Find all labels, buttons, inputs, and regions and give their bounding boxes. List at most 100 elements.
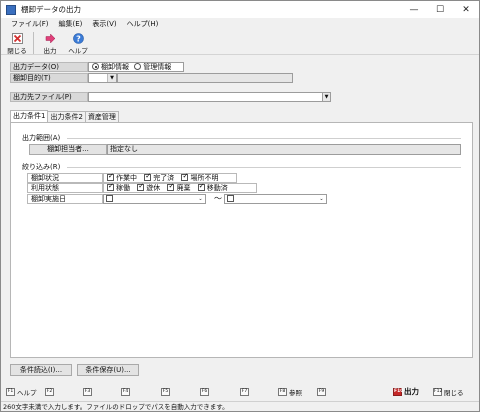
save-conditions-button[interactable]: 条件保存(U)... xyxy=(77,364,139,376)
dest-file-label: 出力先ファイル(P) xyxy=(10,92,88,102)
range-heading: 出力範囲(A) xyxy=(22,134,61,142)
close-window-button[interactable]: ✕ xyxy=(453,1,479,18)
status-bar: 260文字未満で入力します。ファイルのドロップでパスを自動入力できます。 xyxy=(1,401,479,412)
close-button[interactable]: 閉じる xyxy=(5,31,29,55)
check-moved[interactable]: 移動済 xyxy=(197,182,228,192)
check-icon xyxy=(137,182,145,191)
radio-management-label: 管理情報 xyxy=(143,63,172,71)
check-icon xyxy=(197,182,205,191)
check-icon xyxy=(144,172,152,181)
date-row-label: 棚卸実施日 xyxy=(27,194,103,204)
dest-file-dropdown[interactable]: ▼ xyxy=(322,92,331,102)
help-button[interactable]: ? ヘルプ xyxy=(66,31,90,55)
date-from-checkbox[interactable] xyxy=(106,195,113,202)
fkey-f3[interactable]: F3 xyxy=(83,387,94,396)
app-icon xyxy=(6,4,16,15)
check-in-progress[interactable]: 作業中 xyxy=(107,172,137,182)
menu-bar: ファイル(F) 編集(E) 表示(V) ヘルプ(H) xyxy=(1,18,479,30)
tab-strip: 出力条件1 出力条件2 資産管理 xyxy=(10,110,119,122)
fkey-f1-cap: F1 xyxy=(6,387,15,396)
filter-heading: 絞り込み(R) xyxy=(22,163,61,171)
radio-inventory[interactable]: 棚卸情報 xyxy=(92,63,129,71)
fkey-f5[interactable]: F5 xyxy=(161,387,172,396)
fkey-f4-cap: F4 xyxy=(121,387,130,396)
fkey-f8[interactable]: F8 参照 xyxy=(278,387,302,397)
main-window: 棚卸データの出力 — ☐ ✕ ファイル(F) 編集(E) 表示(V) ヘルプ(H… xyxy=(0,0,480,412)
purpose-description xyxy=(117,73,293,83)
purpose-label: 棚卸目的(T) xyxy=(10,73,88,83)
check-location-unknown-label: 場所不明 xyxy=(190,174,219,182)
check-in-progress-label: 作業中 xyxy=(116,174,137,182)
fkey-f5-cap: F5 xyxy=(161,387,170,396)
date-to-picker[interactable]: ⌄ xyxy=(224,194,327,204)
fkey-f2[interactable]: F2 xyxy=(45,387,56,396)
menu-file[interactable]: ファイル(F) xyxy=(11,19,49,29)
close-button-label: 閉じる xyxy=(7,47,27,55)
chevron-down-icon: ▼ xyxy=(324,94,329,100)
minimize-button[interactable]: — xyxy=(401,1,427,18)
chevron-down-icon[interactable]: ⌄ xyxy=(196,195,205,203)
maximize-button[interactable]: ☐ xyxy=(427,1,453,18)
tab-condition-1[interactable]: 出力条件1 xyxy=(10,110,49,122)
check-disposed[interactable]: 廃棄 xyxy=(167,182,191,192)
date-to-checkbox[interactable] xyxy=(227,195,234,202)
help-icon: ? xyxy=(72,33,84,44)
close-icon xyxy=(11,33,23,44)
menu-view[interactable]: 表示(V) xyxy=(92,19,116,29)
chevron-down-icon[interactable]: ▼ xyxy=(107,74,116,82)
date-range-separator: 〜 xyxy=(214,194,222,203)
check-icon xyxy=(107,172,114,181)
tab-panel: 出力範囲(A) 棚卸担当者... 指定なし 絞り込み(R) 棚卸状況 作業中 完… xyxy=(10,122,473,358)
date-from-picker[interactable]: ⌄ xyxy=(103,194,206,204)
fkey-f10-cap: F10 xyxy=(393,387,404,396)
menu-edit[interactable]: 編集(E) xyxy=(59,19,83,29)
dest-file-input[interactable] xyxy=(88,92,331,102)
check-location-unknown[interactable]: 場所不明 xyxy=(181,172,219,182)
fkey-f12-label: 閉じる xyxy=(444,388,464,397)
range-divider xyxy=(67,138,461,139)
check-disposed-label: 廃棄 xyxy=(176,184,191,192)
fkey-f6[interactable]: F6 xyxy=(200,387,211,396)
fkey-f8-label: 参照 xyxy=(289,388,302,397)
check-completed-label: 完了済 xyxy=(153,174,175,182)
assignee-button[interactable]: 棚卸担当者... xyxy=(29,144,107,155)
title-bar: 棚卸データの出力 — ☐ ✕ xyxy=(1,1,479,18)
radio-management[interactable]: 管理情報 xyxy=(134,63,171,71)
window-title: 棚卸データの出力 xyxy=(21,5,81,14)
check-active-label: 稼働 xyxy=(116,184,130,192)
check-idle-label: 遊休 xyxy=(146,184,161,192)
tab-asset-management[interactable]: 資産管理 xyxy=(84,111,119,122)
output-data-label: 出力データ(O) xyxy=(10,62,88,72)
radio-inventory-dot xyxy=(92,63,99,70)
fkey-f12-cap: F12 xyxy=(433,387,443,396)
toolbar-separator xyxy=(33,32,34,54)
check-completed[interactable]: 完了済 xyxy=(144,172,175,182)
fkey-f10[interactable]: F10 出力 xyxy=(393,387,419,396)
fkey-f1[interactable]: F1 ヘルプ xyxy=(6,387,37,397)
fkey-f12[interactable]: F12 閉じる xyxy=(433,387,464,397)
purpose-select[interactable]: ▼ xyxy=(88,73,117,83)
fkey-f3-cap: F3 xyxy=(83,387,92,396)
help-button-label: ヘルプ xyxy=(68,47,88,55)
check-idle[interactable]: 遊休 xyxy=(137,182,161,192)
output-data-radios: 棚卸情報 管理情報 xyxy=(88,62,184,72)
radio-inventory-label: 棚卸情報 xyxy=(101,63,129,71)
fkey-f7[interactable]: F7 xyxy=(240,387,251,396)
menu-help[interactable]: ヘルプ(H) xyxy=(127,19,159,29)
toolbar: 閉じる 出力 ? ヘルプ xyxy=(1,31,479,55)
radio-management-dot xyxy=(134,63,142,70)
chevron-down-icon[interactable]: ⌄ xyxy=(317,195,326,203)
output-button[interactable]: 出力 xyxy=(38,31,62,55)
check-icon xyxy=(181,172,189,181)
fkey-f4[interactable]: F4 xyxy=(121,387,132,396)
tab-condition-2[interactable]: 出力条件2 xyxy=(47,111,86,122)
fkey-f7-cap: F7 xyxy=(240,387,249,396)
usage-row-label: 利用状態 xyxy=(27,183,103,193)
svg-text:?: ? xyxy=(76,34,81,43)
filter-divider xyxy=(67,167,461,168)
check-active[interactable]: 稼働 xyxy=(107,182,130,192)
check-icon xyxy=(167,182,175,191)
fkey-f1-label: ヘルプ xyxy=(17,388,37,397)
fkey-f9[interactable]: F9 xyxy=(317,387,328,396)
load-conditions-button[interactable]: 条件読込(I)... xyxy=(10,364,72,376)
